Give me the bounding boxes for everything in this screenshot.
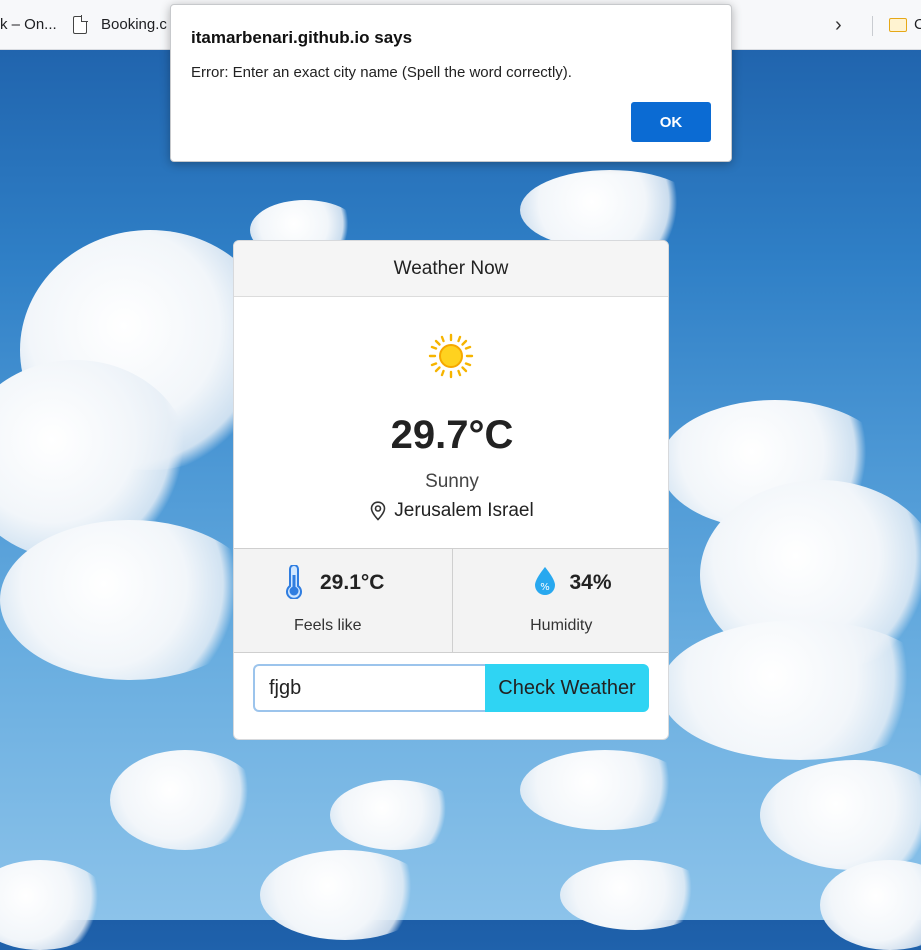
humidity-value: 34% bbox=[569, 571, 612, 594]
humidity-drop-icon: % bbox=[534, 567, 555, 595]
dialog-title: itamarbenari.github.io says bbox=[191, 28, 413, 47]
bookmark-item[interactable]: Booking.c bbox=[101, 16, 167, 33]
weather-stats: 29.1°C Feels like % 34% Humidity bbox=[234, 548, 669, 653]
bookmark-folder-label[interactable]: C bbox=[914, 16, 921, 33]
weather-condition: Sunny bbox=[425, 471, 479, 492]
location: Jerusalem Israel bbox=[234, 500, 668, 522]
city-search: Check Weather bbox=[253, 664, 649, 712]
ok-button[interactable]: OK bbox=[631, 102, 711, 142]
feels-like-value: 29.1°C bbox=[320, 571, 385, 594]
sun-icon bbox=[428, 333, 474, 379]
dialog-message: Error: Enter an exact city name (Spell t… bbox=[191, 64, 572, 81]
folder-icon[interactable] bbox=[889, 18, 907, 32]
thermometer-icon bbox=[286, 565, 302, 599]
svg-text:%: % bbox=[540, 582, 550, 593]
check-weather-button[interactable]: Check Weather bbox=[485, 664, 649, 712]
location-pin-icon bbox=[370, 501, 386, 521]
bookmark-item[interactable]: k – On... bbox=[0, 16, 57, 33]
page-icon bbox=[73, 15, 88, 34]
humidity-label: Humidity bbox=[530, 617, 593, 634]
city-input[interactable] bbox=[253, 664, 485, 712]
weather-card: Weather Now 29.7°C Sunny Jerusalem Israe… bbox=[233, 240, 669, 740]
feels-like-stat: 29.1°C Feels like bbox=[234, 549, 452, 652]
divider bbox=[872, 16, 873, 36]
location-name: Jerusalem Israel bbox=[394, 500, 534, 521]
temperature: 29.7°C bbox=[390, 413, 514, 457]
humidity-stat: % 34% Humidity bbox=[451, 549, 669, 652]
chevron-right-icon[interactable]: › bbox=[835, 14, 842, 37]
alert-dialog: itamarbenari.github.io says Error: Enter… bbox=[170, 4, 732, 162]
feels-like-label: Feels like bbox=[293, 617, 362, 634]
card-header: Weather Now bbox=[234, 241, 668, 297]
